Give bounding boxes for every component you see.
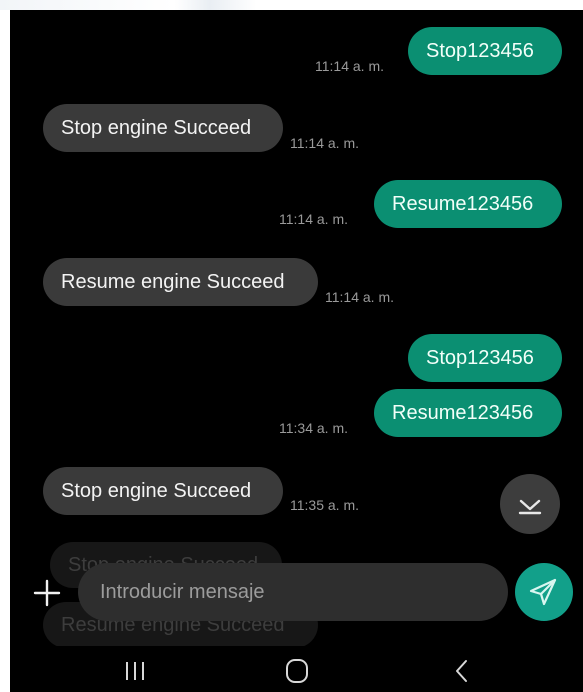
message-input[interactable] [78, 563, 508, 621]
send-button[interactable] [515, 563, 573, 621]
recents-button[interactable] [115, 656, 155, 686]
plus-icon [33, 579, 61, 607]
outgoing-message[interactable]: Stop123456 [408, 334, 562, 382]
home-icon [286, 659, 308, 683]
message-time: 11:14 a. m. [290, 135, 360, 151]
incoming-message[interactable]: Resume engine Succeed [43, 258, 318, 306]
back-icon [456, 660, 467, 682]
outgoing-message[interactable]: Resume123456 [374, 180, 562, 228]
send-icon [529, 578, 557, 606]
scroll-to-bottom-button[interactable] [500, 474, 560, 534]
top-border [0, 0, 583, 10]
message-time: 11:14 a. m. [279, 211, 349, 227]
message-time: 11:34 a. m. [279, 420, 349, 436]
outgoing-message[interactable]: Resume123456 [374, 389, 562, 437]
outgoing-message[interactable]: Stop123456 [408, 27, 562, 75]
incoming-message[interactable]: Stop engine Succeed [43, 104, 283, 152]
back-button[interactable] [442, 656, 482, 686]
message-time: 11:35 a. m. [290, 497, 360, 513]
add-attachment-button[interactable] [32, 578, 62, 608]
messages-screen: 11:14 a. m. Stop123456 Stop engine Succe… [10, 10, 583, 692]
message-time: 11:14 a. m. [325, 289, 395, 305]
home-button[interactable] [277, 656, 317, 686]
navigation-bar [10, 646, 583, 692]
chevron-down-icon [518, 499, 542, 515]
incoming-message[interactable]: Stop engine Succeed [43, 467, 283, 515]
recents-icon [126, 662, 144, 680]
message-time: 11:14 a. m. [315, 58, 385, 74]
